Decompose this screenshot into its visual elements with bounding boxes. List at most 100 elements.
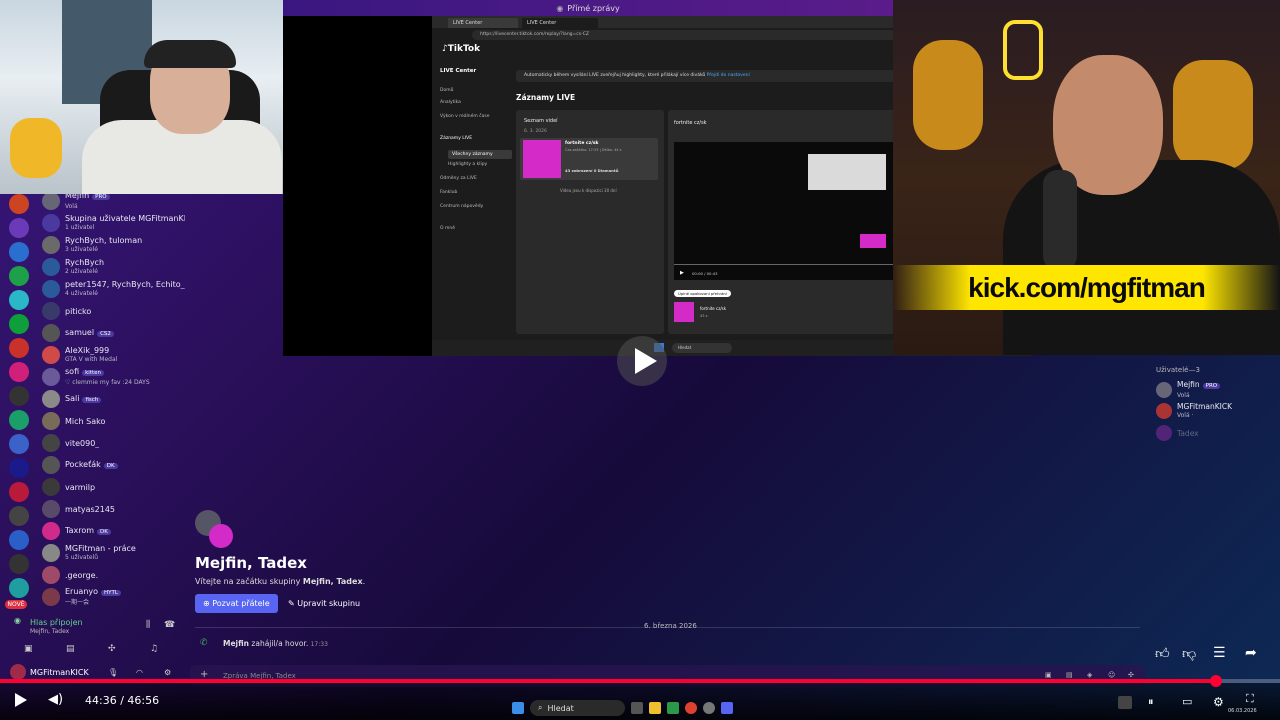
chrome-icon[interactable] — [685, 702, 697, 714]
dm-item[interactable]: Skupina uživatele MGFitmanKICK 1 uživatel — [42, 212, 186, 234]
miniplayer-icon[interactable] — [1118, 696, 1132, 709]
like-icon[interactable]: 👍︎ — [1155, 645, 1170, 662]
comments-icon[interactable]: ☰ — [1213, 645, 1226, 661]
taskbar-search[interactable]: Hledat — [672, 343, 732, 353]
server-icon[interactable] — [9, 290, 29, 310]
replay-chip[interactable]: Úplné opakovaní přehrání — [674, 290, 731, 297]
play-button[interactable] — [14, 692, 28, 711]
emoji-icon[interactable]: ☺ — [1108, 671, 1115, 679]
server-icon[interactable] — [9, 386, 29, 406]
user-name[interactable]: MGFitmanKICK — [30, 668, 89, 677]
video-row[interactable]: fortnite cz/sk Čas začátku: 17:33 | Délk… — [520, 138, 658, 180]
play-icon[interactable]: ▶ — [680, 270, 684, 276]
server-icon[interactable] — [9, 506, 29, 526]
sidebar-nav-item[interactable]: Highlighty a klipy — [448, 162, 512, 167]
voice-channel[interactable]: Mejfin, Tadex — [30, 628, 69, 635]
invite-button[interactable]: ⊕ Pozvat přátele — [195, 594, 278, 613]
gif-icon[interactable]: ▤ — [1066, 671, 1073, 679]
mic-icon[interactable]: 🎙 — [108, 668, 118, 677]
soundboard-icon[interactable]: ♫ — [150, 644, 158, 654]
dislike-icon[interactable]: 👎︎ — [1182, 645, 1196, 662]
dm-text: AleXik_999 GTA V with Medal — [65, 346, 117, 364]
sidebar-nav-item[interactable]: Záznamy LIVE — [440, 136, 504, 141]
dm-item[interactable]: Taxrom DK — [42, 520, 186, 542]
apps-icon[interactable]: ✣ — [1128, 671, 1134, 679]
settings-icon[interactable]: ⚙ — [1213, 695, 1224, 709]
dm-item[interactable]: samuel CS2 — [42, 322, 186, 344]
sidebar-nav-item[interactable]: Analytika — [440, 100, 504, 105]
windows-start-icon[interactable] — [512, 702, 524, 714]
sidebar-nav-item[interactable]: Odměny za LIVE — [440, 176, 504, 181]
server-icon[interactable] — [9, 218, 29, 238]
sticker-icon[interactable]: ◈ — [1087, 671, 1092, 679]
headphones-icon[interactable]: ◠ — [136, 668, 143, 677]
dm-item[interactable]: sofi kitten ♡ clemmie my fav :24 DAYS — [42, 366, 186, 388]
tab-live-center-active[interactable]: LIVE Center — [522, 18, 598, 28]
member-item[interactable]: Tadex — [1156, 423, 1276, 443]
member-item[interactable]: Mejfin PRO Volá — [1156, 380, 1276, 400]
screen-share-icon[interactable]: ▤ — [66, 644, 75, 654]
call-user[interactable]: Mejfin — [223, 639, 249, 648]
camera-icon[interactable]: ▣ — [24, 644, 33, 654]
dm-text: peter1547, RychBych, Echito_LI...4 uživa… — [65, 280, 185, 298]
activities-icon[interactable]: ✣ — [108, 644, 116, 654]
sidebar-nav-item[interactable]: Domů — [440, 88, 504, 93]
store-icon[interactable] — [667, 702, 679, 714]
server-icon[interactable] — [9, 362, 29, 382]
banner-link[interactable]: Přejdi do nastavení — [707, 73, 750, 78]
server-icon[interactable] — [9, 242, 29, 262]
task-view-icon[interactable] — [631, 702, 643, 714]
dm-item[interactable]: RychBych 2 uživatelé — [42, 256, 186, 278]
dm-item[interactable]: piticko — [42, 300, 186, 322]
server-icon[interactable] — [9, 530, 29, 550]
sidebar-nav-item[interactable]: Fanklub — [440, 190, 504, 195]
sidebar-nav-item[interactable]: Centrum nápovědy — [440, 204, 504, 209]
dm-item[interactable]: Mich Sako — [42, 410, 186, 432]
fullscreen-icon[interactable]: ⛶ — [1246, 692, 1254, 706]
pause-icon[interactable]: ⏸ — [1148, 695, 1154, 709]
kick-url: kick.com/mgfitman — [968, 271, 1206, 303]
server-icon[interactable] — [9, 554, 29, 574]
volume-icon[interactable]: ◀) — [48, 692, 63, 707]
phone-icon: ✆ — [200, 638, 208, 648]
server-icon[interactable] — [9, 338, 29, 358]
server-icon[interactable] — [9, 266, 29, 286]
sidebar-nav-item[interactable]: Výkon v reálném čase — [440, 114, 504, 119]
scrub-handle[interactable] — [1210, 675, 1222, 687]
dm-item[interactable]: varmilp — [42, 476, 186, 498]
member-item[interactable]: MGFitmanKICK Volá · — [1156, 401, 1276, 421]
server-icon[interactable] — [9, 314, 29, 334]
dm-item[interactable]: matyas2145 — [42, 498, 186, 520]
server-icon[interactable] — [9, 458, 29, 478]
disconnect-icon[interactable]: ☎ — [164, 620, 175, 630]
server-icon[interactable] — [9, 194, 29, 214]
dm-item[interactable]: vite090_ — [42, 432, 186, 454]
dm-item[interactable]: AleXik_999 GTA V with Medal — [42, 344, 186, 366]
discord-icon[interactable] — [721, 702, 733, 714]
app-icon[interactable] — [703, 702, 715, 714]
dm-item[interactable]: peter1547, RychBych, Echito_LI...4 uživa… — [42, 278, 186, 300]
dm-item[interactable]: MGFitman - práce 5 uživatelů — [42, 542, 186, 564]
dm-item[interactable]: Pockeťák DK — [42, 454, 186, 476]
dm-item[interactable]: Sali fisch — [42, 388, 186, 410]
gift-icon[interactable]: ▣ — [1045, 671, 1052, 679]
captions-icon[interactable]: ▭ — [1182, 695, 1192, 708]
tab-live-center[interactable]: LIVE Center — [448, 18, 518, 28]
sidebar-nav-item[interactable]: O mně — [440, 226, 504, 231]
server-icon[interactable] — [9, 410, 29, 430]
settings-icon[interactable]: ⚙ — [164, 668, 171, 677]
server-icon[interactable] — [9, 578, 29, 598]
dm-item[interactable]: RychBych, tuloman 3 uživatelé — [42, 234, 186, 256]
share-icon[interactable]: ➦ — [1245, 645, 1257, 661]
noise-icon[interactable]: ⫼ — [146, 620, 150, 630]
dm-item[interactable]: Eruanyo HYTL 一期一会 — [42, 586, 186, 608]
server-icon[interactable] — [9, 434, 29, 454]
sidebar-nav-item[interactable]: Všechny záznamy — [448, 150, 512, 159]
avatar[interactable] — [10, 664, 26, 680]
server-icon[interactable] — [9, 482, 29, 502]
edit-group-button[interactable]: ✎ Upravit skupinu — [280, 594, 368, 613]
play-overlay-button[interactable] — [617, 336, 667, 386]
taskbar-search[interactable]: ⌕ Hledat — [530, 700, 625, 716]
dm-item[interactable]: .george. — [42, 564, 186, 586]
file-explorer-icon[interactable] — [649, 702, 661, 714]
